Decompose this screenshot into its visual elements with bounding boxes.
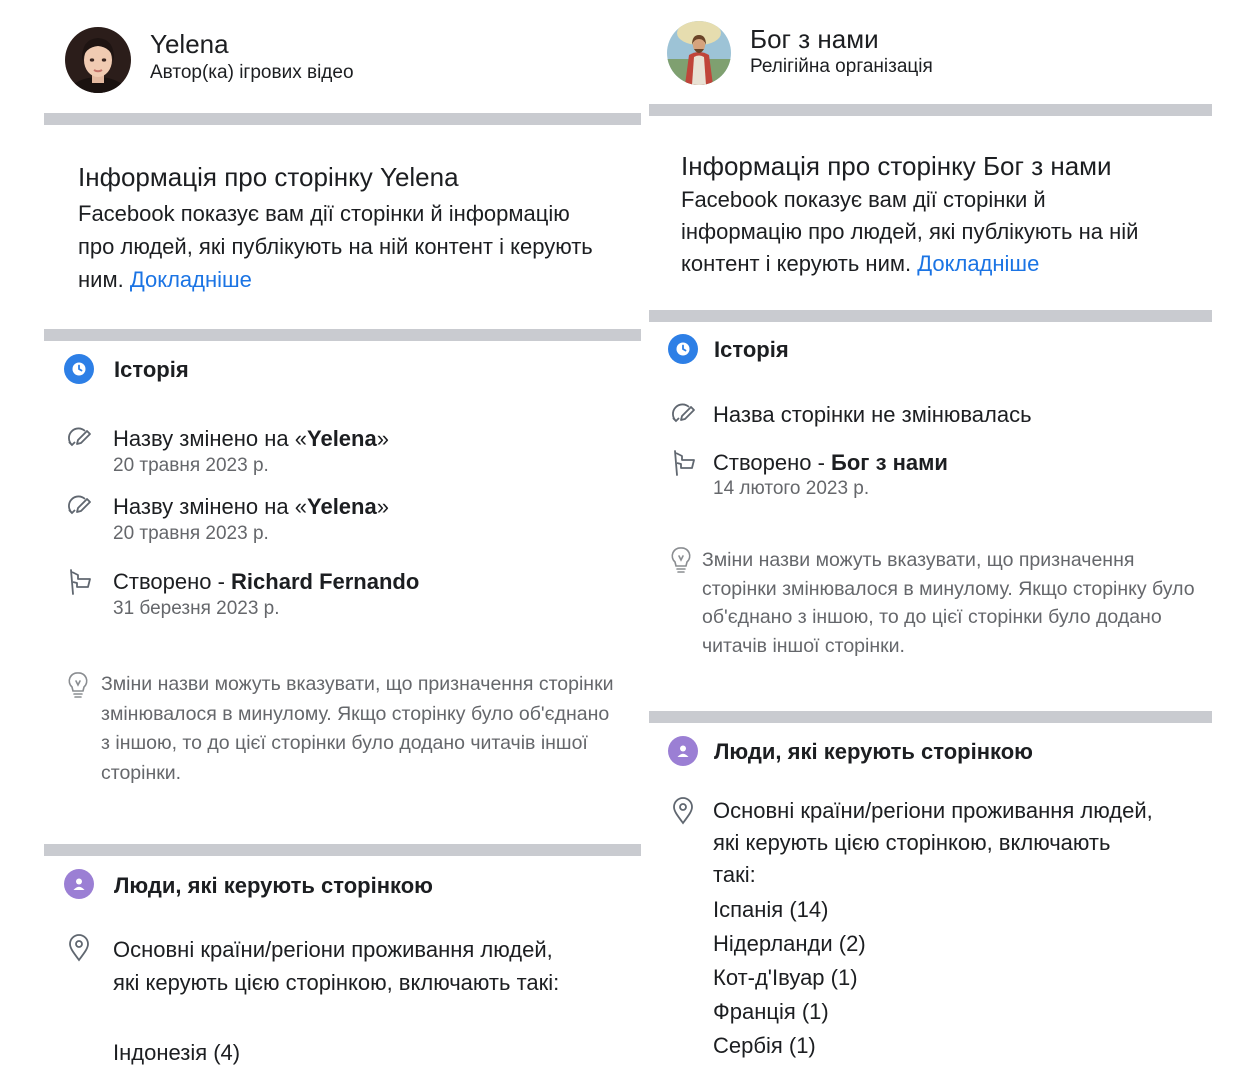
page-info-title: Інформація про сторінку Бог з нами <box>681 151 1112 181</box>
history-item-title: Назву змінено на «Yelena» <box>113 426 389 451</box>
page-category: Релігійна організація <box>750 56 933 77</box>
page-info-description: Facebook показує вам дії сторінки й інфо… <box>78 197 598 296</box>
countries-description: Основні країни/регіони проживання людей,… <box>113 937 560 995</box>
edit-pencil-icon <box>68 427 91 447</box>
name-change-tip: Зміни назви можуть вказувати, що признач… <box>702 549 1195 657</box>
section-divider <box>649 711 1212 723</box>
page-name[interactable]: Бог з нами <box>750 24 879 55</box>
page-category: Автор(ка) ігрових відео <box>150 62 354 83</box>
people-section-title: Люди, які керують сторінкою <box>714 739 1033 764</box>
person-icon <box>64 869 94 899</box>
name-change-tip: Зміни назви можуть вказувати, що признач… <box>101 673 614 784</box>
history-item-date: 14 лютого 2023 р. <box>713 478 870 499</box>
edit-pencil-icon <box>672 403 695 423</box>
lightbulb-icon <box>68 672 88 698</box>
location-pin-icon <box>673 797 693 825</box>
history-section-title: Історія <box>114 357 189 382</box>
history-item-title: Створено - Richard Fernando <box>113 569 420 594</box>
history-section-title: Історія <box>714 337 789 362</box>
country-item: Іспанія (14) <box>713 897 829 922</box>
history-item-date: 20 травня 2023 р. <box>113 523 269 544</box>
history-item-title: Створено - Бог з нами <box>713 450 948 475</box>
section-divider <box>44 329 641 341</box>
page-info-panel-yelena: Yelena Автор(ка) ігрових відео Інформаці… <box>44 0 641 1090</box>
country-item: Кот-д'Івуар (1) <box>713 965 858 990</box>
page-info-text: Facebook показує вам дії сторінки й інфо… <box>681 187 1139 276</box>
location-pin-icon <box>69 934 89 962</box>
section-divider <box>649 310 1212 322</box>
edit-pencil-icon <box>68 495 91 515</box>
section-divider <box>649 104 1212 116</box>
learn-more-link[interactable]: Докладніше <box>917 251 1039 276</box>
section-divider <box>44 113 641 125</box>
person-icon <box>668 736 698 766</box>
page-info-description: Facebook показує вам дії сторінки й інфо… <box>681 184 1161 280</box>
flag-icon <box>674 450 695 476</box>
page-name[interactable]: Yelena <box>150 29 229 60</box>
page-info-panel-bog-z-namy: Бог з нами Релігійна організація Інформа… <box>649 0 1212 1090</box>
clock-icon <box>668 334 698 364</box>
clock-icon <box>64 354 94 384</box>
page-avatar[interactable] <box>65 27 131 93</box>
history-item-date: 31 березня 2023 р. <box>113 598 280 619</box>
people-section-title: Люди, які керують сторінкою <box>114 873 433 898</box>
country-item: Індонезія (4) <box>113 1040 241 1065</box>
learn-more-link[interactable]: Докладніше <box>130 267 252 292</box>
page-avatar[interactable] <box>667 21 731 85</box>
history-item-date: 20 травня 2023 р. <box>113 455 269 476</box>
section-divider <box>44 844 641 856</box>
history-item-title: Назву змінено на «Yelena» <box>113 494 389 519</box>
lightbulb-icon <box>671 547 691 573</box>
country-item: Нідерланди (2) <box>713 931 866 956</box>
country-item: Сербія (1) <box>713 1033 816 1058</box>
flag-icon <box>70 569 91 595</box>
countries-description: Основні країни/регіони проживання людей,… <box>713 798 1153 887</box>
page-info-title: Інформація про сторінку Yelena <box>78 162 459 192</box>
country-item: Франція (1) <box>713 999 829 1024</box>
history-item-title: Назва сторінки не змінювалась <box>713 402 1032 427</box>
